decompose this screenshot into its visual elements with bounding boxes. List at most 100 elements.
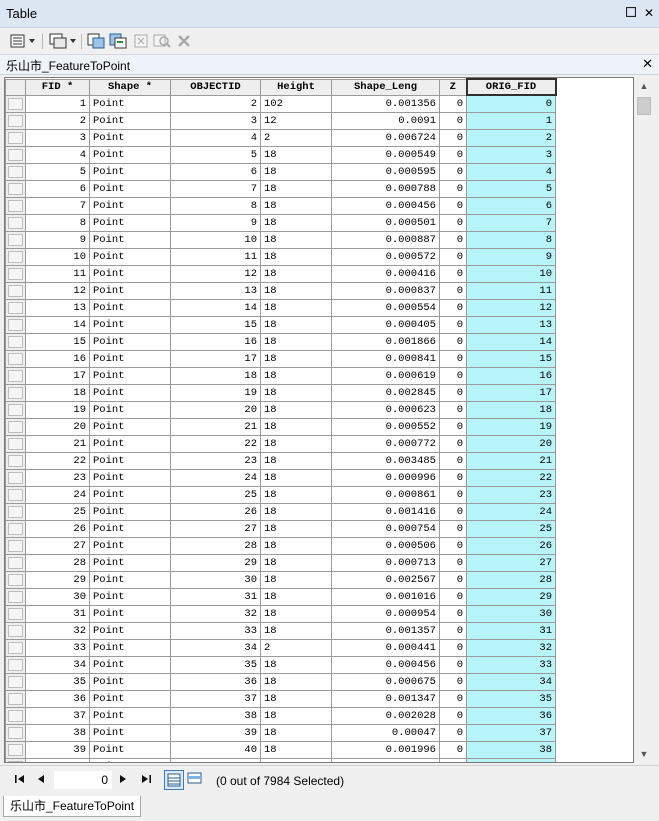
- cell-z[interactable]: 0: [439, 570, 467, 589]
- cell-orig-fid[interactable]: 7: [466, 213, 556, 232]
- cell-fid[interactable]: 26: [25, 519, 90, 538]
- cell-orig-fid[interactable]: 28: [466, 570, 556, 589]
- cell-z[interactable]: 0: [439, 689, 467, 708]
- row-selector[interactable]: [5, 281, 26, 300]
- cell-orig-fid[interactable]: 37: [466, 723, 556, 742]
- cell-shape-leng[interactable]: 0.000754: [331, 519, 440, 538]
- first-record-icon[interactable]: [14, 774, 26, 787]
- cell-orig-fid[interactable]: 12: [466, 298, 556, 317]
- cell-height[interactable]: 18: [260, 706, 332, 725]
- row-selector[interactable]: [5, 128, 26, 147]
- cell-fid[interactable]: 11: [25, 264, 90, 283]
- cell-orig-fid[interactable]: 15: [466, 349, 556, 368]
- cell-objectid[interactable]: 37: [170, 689, 261, 708]
- cell-height[interactable]: 18: [260, 519, 332, 538]
- cell-shape[interactable]: Point: [89, 111, 171, 130]
- column-header-height[interactable]: Height: [260, 78, 332, 96]
- cell-shape-leng[interactable]: 0.000549: [331, 145, 440, 164]
- cell-orig-fid[interactable]: 13: [466, 315, 556, 334]
- table-row[interactable]: 23 Point 24 18 0.000996 0 22: [5, 468, 556, 487]
- cell-shape-leng[interactable]: 0.001996: [331, 740, 440, 759]
- cell-fid[interactable]: 6: [25, 179, 90, 198]
- cell-height[interactable]: 18: [260, 247, 332, 266]
- cell-orig-fid[interactable]: 2: [466, 128, 556, 147]
- column-header-objectid[interactable]: OBJECTID: [170, 78, 261, 96]
- cell-objectid[interactable]: 24: [170, 468, 261, 487]
- scroll-up-icon[interactable]: ▲: [637, 79, 651, 93]
- cell-z[interactable]: 0: [439, 502, 467, 521]
- cell-shape[interactable]: Point: [89, 349, 171, 368]
- row-selector[interactable]: [5, 162, 26, 181]
- cell-objectid[interactable]: 6: [170, 162, 261, 181]
- cell-z[interactable]: 0: [439, 672, 467, 691]
- cell-z[interactable]: 0: [439, 553, 467, 572]
- cell-fid[interactable]: 15: [25, 332, 90, 351]
- row-selector[interactable]: [5, 417, 26, 436]
- cell-height[interactable]: 18: [260, 451, 332, 470]
- row-selector[interactable]: [5, 264, 26, 283]
- cell-height[interactable]: 12: [260, 111, 332, 130]
- cell-height[interactable]: 102: [260, 94, 332, 113]
- cell-orig-fid[interactable]: 35: [466, 689, 556, 708]
- table-row[interactable]: 4 Point 5 18 0.000549 0 3: [5, 145, 556, 164]
- cell-fid[interactable]: 19: [25, 400, 90, 419]
- row-selector[interactable]: [5, 230, 26, 249]
- cell-objectid[interactable]: 40: [170, 740, 261, 759]
- cell-z[interactable]: 0: [439, 162, 467, 181]
- cell-z[interactable]: 0: [439, 281, 467, 300]
- cell-orig-fid[interactable]: 30: [466, 604, 556, 623]
- cell-z[interactable]: 0: [439, 604, 467, 623]
- table-row[interactable]: 13 Point 14 18 0.000554 0 12: [5, 298, 556, 317]
- table-row[interactable]: 34 Point 35 18 0.000456 0 33: [5, 655, 556, 674]
- cell-shape-leng[interactable]: 0.002845: [331, 383, 440, 402]
- table-row[interactable]: 31 Point 32 18 0.000954 0 30: [5, 604, 556, 623]
- cell-shape-leng[interactable]: 0.000554: [331, 298, 440, 317]
- cell-orig-fid[interactable]: 20: [466, 434, 556, 453]
- cell-height[interactable]: 18: [260, 383, 332, 402]
- cell-shape[interactable]: Point: [89, 315, 171, 334]
- cell-orig-fid[interactable]: 29: [466, 587, 556, 606]
- cell-orig-fid[interactable]: 8: [466, 230, 556, 249]
- table-row[interactable]: 12 Point 13 18 0.000837 0 11: [5, 281, 556, 300]
- row-selector[interactable]: [5, 247, 26, 266]
- cell-fid[interactable]: 17: [25, 366, 90, 385]
- cell-objectid[interactable]: 20: [170, 400, 261, 419]
- table-options-button[interactable]: [8, 32, 38, 50]
- cell-orig-fid[interactable]: 31: [466, 621, 556, 640]
- cell-height[interactable]: 18: [260, 162, 332, 181]
- cell-shape-leng[interactable]: 0.001016: [331, 587, 440, 606]
- cell-objectid[interactable]: 11: [170, 247, 261, 266]
- cell-objectid[interactable]: 14: [170, 298, 261, 317]
- cell-objectid[interactable]: 27: [170, 519, 261, 538]
- cell-height[interactable]: 18: [260, 536, 332, 555]
- row-selector[interactable]: [5, 94, 26, 113]
- cell-height[interactable]: 18: [260, 264, 332, 283]
- column-header-fid[interactable]: FID *: [25, 78, 90, 96]
- cell-shape-leng[interactable]: 0.00047: [331, 723, 440, 742]
- cell-height[interactable]: 18: [260, 502, 332, 521]
- cell-z[interactable]: 0: [439, 740, 467, 759]
- cell-shape[interactable]: Point: [89, 298, 171, 317]
- cell-fid[interactable]: 29: [25, 570, 90, 589]
- cell-z[interactable]: 0: [439, 757, 467, 762]
- zoom-to-selected-button[interactable]: [152, 32, 172, 50]
- table-row[interactable]: 11 Point 12 18 0.000416 0 10: [5, 264, 556, 283]
- cell-z[interactable]: 0: [439, 230, 467, 249]
- row-selector[interactable]: [5, 519, 26, 538]
- cell-shape-leng[interactable]: 0.001347: [331, 689, 440, 708]
- cell-fid[interactable]: 8: [25, 213, 90, 232]
- cell-objectid[interactable]: 21: [170, 417, 261, 436]
- cell-orig-fid[interactable]: 0: [466, 94, 556, 113]
- cell-objectid[interactable]: 2: [170, 94, 261, 113]
- cell-fid[interactable]: 33: [25, 638, 90, 657]
- delete-selected-button[interactable]: [176, 32, 192, 50]
- cell-orig-fid[interactable]: 4: [466, 162, 556, 181]
- clear-selection-button[interactable]: [132, 32, 150, 50]
- cell-objectid[interactable]: 10: [170, 230, 261, 249]
- cell-shape-leng[interactable]: 0.000501: [331, 213, 440, 232]
- cell-shape[interactable]: Point: [89, 519, 171, 538]
- cell-objectid[interactable]: 25: [170, 485, 261, 504]
- cell-shape[interactable]: Point: [89, 757, 171, 762]
- table-row[interactable]: 21 Point 22 18 0.000772 0 20: [5, 434, 556, 453]
- cell-shape[interactable]: Point: [89, 706, 171, 725]
